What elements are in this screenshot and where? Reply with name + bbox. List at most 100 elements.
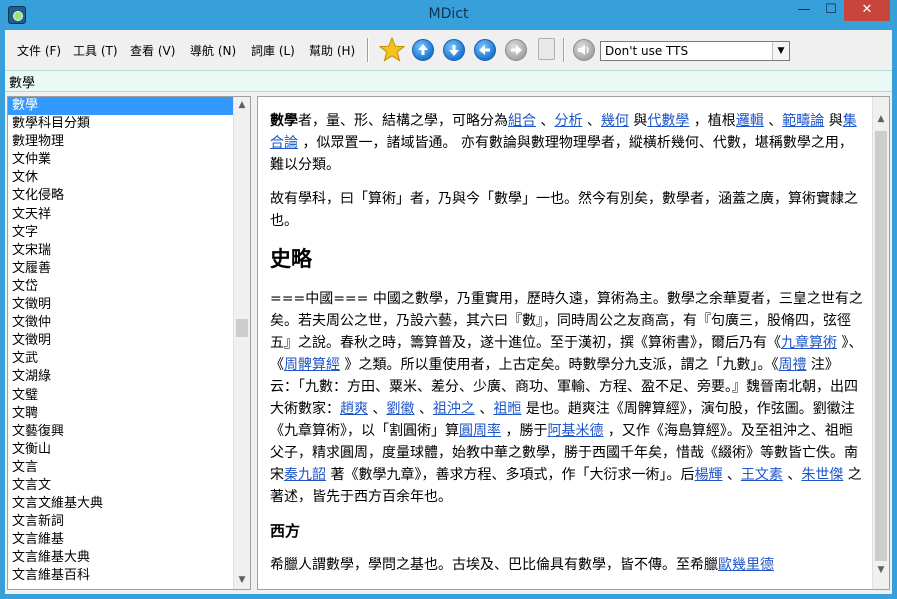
maximize-button[interactable]: ☐	[818, 0, 844, 21]
article-paragraph: 數學者，量、形、結構之學，可略分為組合 、分析 、幾何 與代數學 ，植根邏輯 、…	[270, 110, 866, 176]
word-list-item[interactable]: 文言新詞	[8, 513, 234, 531]
minimize-button[interactable]: —	[790, 0, 818, 21]
article-link[interactable]: 祖暅	[493, 401, 521, 417]
article-link[interactable]: 王文素	[741, 467, 783, 483]
article-link[interactable]: 九章算術	[781, 335, 837, 351]
title-bar[interactable]: MDict — ☐ ✕	[0, 0, 897, 30]
article-link[interactable]: 朱世傑	[801, 467, 843, 483]
favorite-star-icon[interactable]	[378, 36, 406, 63]
menu-help[interactable]: 幫助 (H)	[309, 42, 355, 59]
article-text: 、	[536, 113, 555, 129]
scroll-down-arrow-icon[interactable]: ▼	[873, 562, 889, 579]
word-list-item[interactable]: 文言文維基大典	[8, 495, 234, 513]
article-link[interactable]: 劉徽	[386, 401, 414, 417]
definition-scrollbar[interactable]: ▲ ▼	[872, 97, 889, 589]
word-list-item[interactable]: 文徵明	[8, 296, 234, 314]
word-list[interactable]: 數學 數學科目分類 數理物理 文仲業 文休 文化侵略 文天祥 文字 文宋瑞 文履善 文岱 文徵明 文徵仲…	[8, 97, 234, 589]
close-button[interactable]: ✕	[844, 0, 890, 21]
menu-tools[interactable]: 工具 (T)	[73, 42, 118, 59]
menu-library[interactable]: 詞庫 (L)	[251, 42, 295, 59]
window-title: MDict	[428, 6, 469, 22]
word-list-item[interactable]: 文言維基百科	[8, 567, 234, 585]
menu-toolbar-bar: 文件 (F) 工具 (T) 查看 (V) 導航 (N) 詞庫 (L) 幫助 (H…	[5, 30, 892, 68]
word-list-item[interactable]: 文履善	[8, 260, 234, 278]
article-link[interactable]: 代數學	[647, 113, 689, 129]
scroll-thumb[interactable]	[875, 131, 887, 561]
word-list-pane: 數學 數學科目分類 數理物理 文仲業 文休 文化侵略 文天祥 文字 文宋瑞 文履善 文岱 文徵明 文徵仲…	[7, 96, 251, 590]
scroll-down-arrow-icon[interactable]: ▼	[234, 572, 250, 589]
article-text: ，植根	[689, 113, 736, 129]
article-link[interactable]: 邏輯	[736, 113, 764, 129]
word-list-item[interactable]: 數學	[8, 97, 234, 116]
definition-content: 數學者，量、形、結構之學，可略分為組合 、分析 、幾何 與代數學 ，植根邏輯 、…	[258, 97, 872, 589]
article-link[interactable]: 祖沖之	[433, 401, 475, 417]
word-list-item[interactable]: 文宋瑞	[8, 242, 234, 260]
word-list-item[interactable]: 文言	[8, 459, 234, 477]
word-list-item[interactable]: 文衡山	[8, 441, 234, 459]
word-list-item[interactable]: 文武	[8, 350, 234, 368]
search-input[interactable]	[9, 73, 879, 90]
word-list-item[interactable]: 文湖綠	[8, 368, 234, 386]
word-list-item[interactable]: 數學科目分類	[8, 115, 234, 133]
chevron-down-icon[interactable]: ▼	[772, 42, 789, 60]
article-paragraph: ===中國=== 中國之數學，乃重實用，歷時久遠，算術為主。數學之余華夏者，三皇…	[270, 288, 866, 508]
word-list-item[interactable]: 文言維基大典	[8, 549, 234, 567]
word-list-item[interactable]: 文字	[8, 224, 234, 242]
article-text: 與	[824, 113, 843, 129]
article-link[interactable]: 周髀算經	[284, 357, 340, 373]
word-list-item[interactable]: 文璧	[8, 387, 234, 405]
scroll-thumb[interactable]	[236, 319, 248, 337]
article-text: 、	[763, 113, 783, 129]
menu-navigate[interactable]: 導航 (N)	[190, 42, 236, 59]
article-link[interactable]: 幾何	[601, 113, 629, 129]
word-list-item[interactable]: 文休	[8, 169, 234, 187]
tts-engine-select[interactable]: Don't use TTS ▼	[600, 41, 790, 61]
article-text: ，勝于	[501, 423, 548, 439]
tts-selected-value: Don't use TTS	[605, 44, 689, 58]
toolbar-separator	[563, 38, 565, 62]
back-icon[interactable]	[474, 39, 496, 61]
article-link[interactable]: 組合	[508, 113, 536, 129]
article-text: 、	[474, 401, 494, 417]
word-list-item[interactable]: 數理物理	[8, 133, 234, 151]
article-text: 》之類。所以重使用者，上古定矣。時數學分九支派，謂之「九數」。《	[340, 357, 779, 373]
scroll-up-arrow-icon[interactable]: ▲	[873, 111, 889, 128]
word-list-item[interactable]: 文岱	[8, 278, 234, 296]
article-link[interactable]: 阿基米德	[547, 423, 603, 439]
scroll-up-arrow-icon[interactable]: ▲	[234, 97, 250, 114]
article-link[interactable]: 周禮	[778, 357, 806, 373]
article-link[interactable]: 歐幾里德	[718, 557, 774, 573]
article-link[interactable]: 圓周率	[459, 423, 501, 439]
article-text: 者，量、形、結構之學，可略分為	[298, 113, 508, 129]
article-text: 、	[782, 467, 802, 483]
forward-icon[interactable]	[505, 39, 527, 61]
word-list-item[interactable]: 文聘	[8, 405, 234, 423]
word-list-item[interactable]: 文天祥	[8, 206, 234, 224]
menu-file[interactable]: 文件 (F)	[17, 42, 61, 59]
word-list-item[interactable]: 文化侵略	[8, 187, 234, 205]
word-list-item[interactable]: 文藝復興	[8, 423, 234, 441]
article-text: 希臘人謂數學，學問之基也。古埃及、巴比倫具有數學，皆不傳。至希臘	[270, 557, 718, 573]
article-link[interactable]: 範疇論	[782, 113, 824, 129]
word-list-item[interactable]: 文徵仲	[8, 314, 234, 332]
word-list-item[interactable]: 文言維基	[8, 531, 234, 549]
article-link[interactable]: 秦九韶	[284, 467, 326, 483]
menu-view[interactable]: 查看 (V)	[130, 42, 175, 59]
word-list-item[interactable]: 文言文	[8, 477, 234, 495]
next-entry-icon[interactable]	[443, 39, 465, 61]
article-link[interactable]: 楊輝	[694, 467, 722, 483]
copy-document-icon[interactable]	[538, 38, 555, 60]
speak-tts-icon[interactable]	[573, 39, 595, 61]
word-list-item[interactable]: 文徵明	[8, 332, 234, 350]
definition-pane: 數學者，量、形、結構之學，可略分為組合 、分析 、幾何 與代數學 ，植根邏輯 、…	[257, 96, 890, 590]
previous-entry-icon[interactable]	[412, 39, 434, 61]
headword: 數學	[270, 113, 298, 129]
word-list-item[interactable]: 文仲業	[8, 151, 234, 169]
article-link[interactable]: 分析	[554, 113, 582, 129]
word-list-scrollbar[interactable]: ▲ ▼	[233, 97, 250, 589]
article-text: 、	[414, 401, 433, 417]
section-heading-west: 西方	[270, 522, 301, 540]
article-link[interactable]: 趙爽	[340, 401, 368, 417]
mdict-window: MDict — ☐ ✕ 文件 (F) 工具 (T) 查看 (V) 導航 (N) …	[0, 0, 897, 599]
toolbar-separator	[367, 38, 369, 62]
